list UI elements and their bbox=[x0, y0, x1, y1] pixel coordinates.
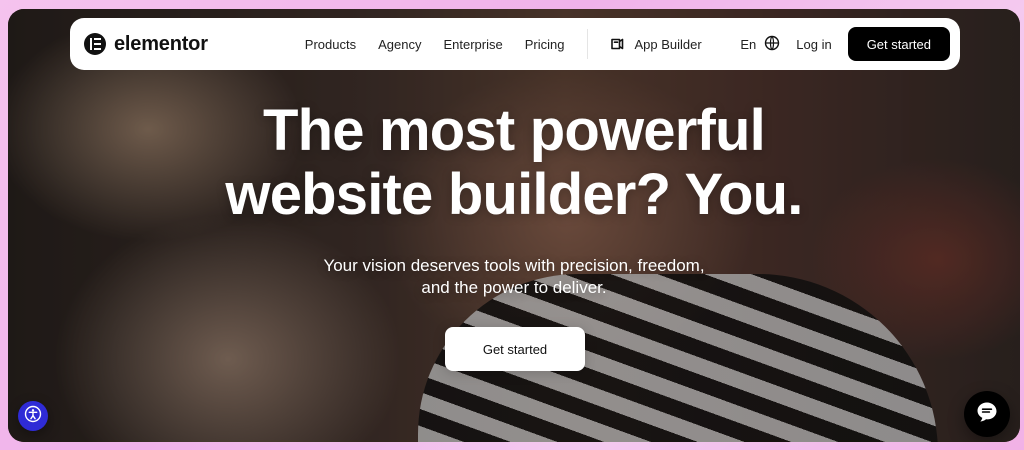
chat-button[interactable] bbox=[964, 391, 1010, 437]
globe-icon bbox=[764, 35, 780, 54]
hero-subheadline-line-1: Your vision deserves tools with precisio… bbox=[323, 256, 705, 275]
nav-divider bbox=[587, 29, 589, 59]
app-builder-link[interactable]: App Builder bbox=[610, 36, 702, 52]
accessibility-button[interactable] bbox=[18, 401, 48, 431]
login-link[interactable]: Log in bbox=[796, 37, 831, 52]
app-builder-label: App Builder bbox=[634, 36, 702, 52]
nav-link-enterprise[interactable]: Enterprise bbox=[443, 37, 502, 52]
hero-subheadline: Your vision deserves tools with precisio… bbox=[8, 255, 1020, 299]
brand-name: elementor bbox=[114, 32, 208, 55]
chat-icon bbox=[974, 399, 1000, 430]
nav-right-controls: En Log in Get started bbox=[740, 27, 950, 61]
nav-link-products[interactable]: Products bbox=[305, 37, 356, 52]
language-label: En bbox=[740, 36, 757, 52]
top-navigation: elementor Products Agency Enterprise Pri… bbox=[70, 18, 960, 70]
accessibility-icon bbox=[24, 405, 42, 428]
language-selector[interactable]: En bbox=[740, 35, 780, 54]
page-frame: elementor Products Agency Enterprise Pri… bbox=[0, 0, 1024, 450]
hero-headline: The most powerful website builder? You. bbox=[8, 99, 1020, 227]
hero-section: elementor Products Agency Enterprise Pri… bbox=[8, 9, 1020, 442]
nav-link-pricing[interactable]: Pricing bbox=[525, 37, 565, 52]
app-builder-icon bbox=[610, 36, 626, 52]
hero-subheadline-line-2: and the power to deliver. bbox=[421, 278, 607, 297]
nav-links: Products Agency Enterprise Pricing bbox=[305, 37, 565, 52]
elementor-logo-icon bbox=[84, 33, 106, 55]
get-started-button-top[interactable]: Get started bbox=[847, 27, 950, 61]
get-started-button-hero[interactable]: Get started bbox=[445, 327, 585, 371]
nav-link-agency[interactable]: Agency bbox=[378, 37, 421, 52]
brand[interactable]: elementor bbox=[84, 33, 208, 56]
hero-headline-line-1: The most powerful bbox=[263, 98, 766, 163]
hero-headline-line-2: website builder? You. bbox=[225, 162, 803, 227]
